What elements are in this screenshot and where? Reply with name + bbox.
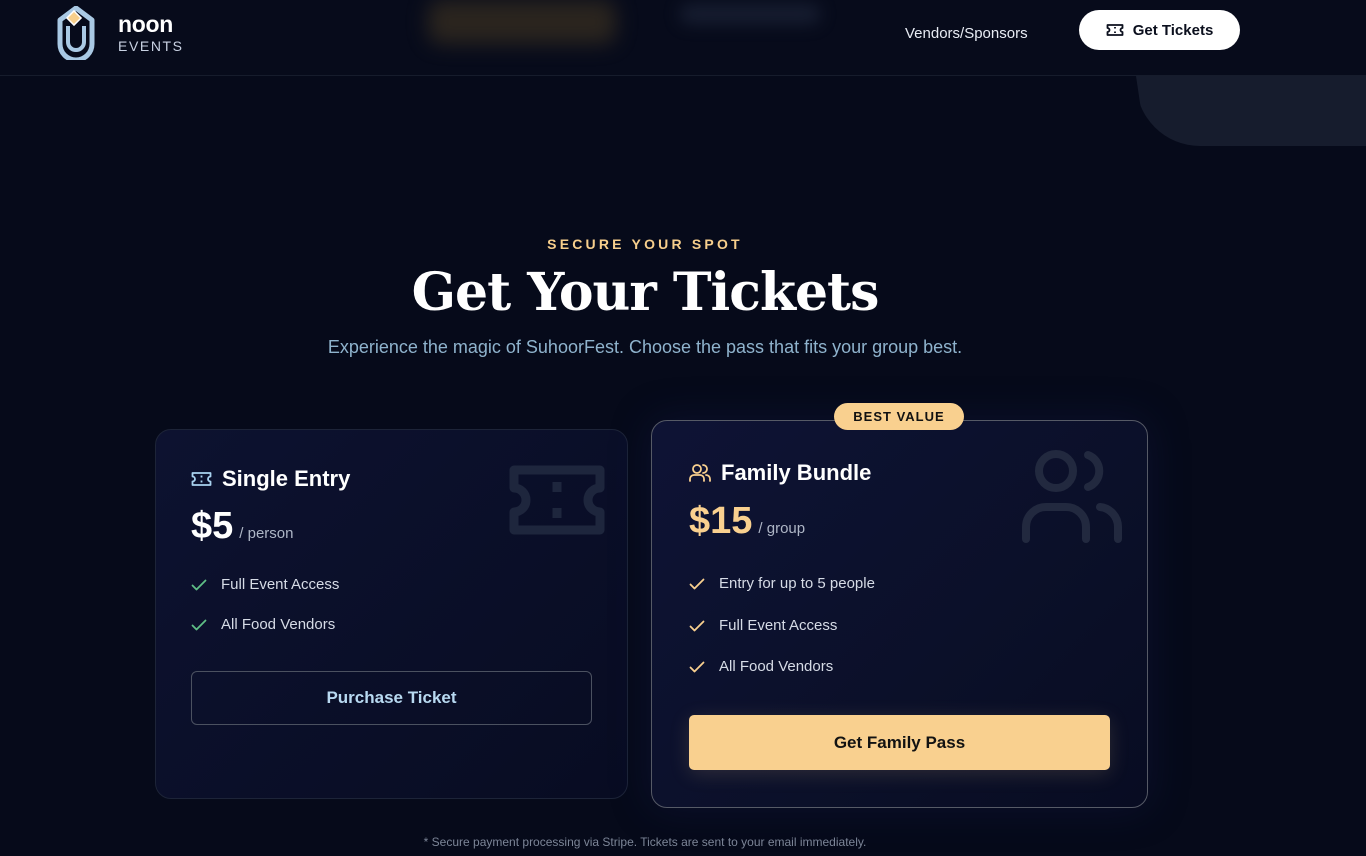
single-entry-price-unit: / person — [239, 525, 294, 542]
feature-label: Full Event Access — [719, 617, 838, 634]
feature-label: Full Event Access — [221, 576, 340, 593]
section-eyebrow: SECURE YOUR SPOT — [547, 236, 743, 252]
blurred-decoration — [428, 0, 616, 44]
feature-label: Entry for up to 5 people — [719, 575, 875, 592]
single-entry-price-value: $5 — [191, 505, 234, 547]
family-bundle-price-value: $15 — [689, 500, 753, 542]
check-icon — [191, 619, 207, 630]
brand-name: noon — [118, 11, 173, 37]
family-bundle-heading: Family Bundle — [689, 460, 871, 486]
best-value-badge: BEST VALUE — [834, 403, 964, 430]
ticket-icon — [1106, 24, 1124, 36]
single-entry-price: $5 / person — [191, 505, 293, 548]
list-item: Full Event Access — [689, 617, 837, 634]
nav-vendors-link[interactable]: Vendors/Sponsors — [905, 25, 1028, 42]
list-item: All Food Vendors — [689, 658, 833, 675]
users-icon — [689, 464, 711, 482]
check-icon — [689, 661, 705, 672]
single-entry-title: Single Entry — [222, 466, 351, 491]
list-item: Entry for up to 5 people — [689, 575, 875, 592]
feature-label: All Food Vendors — [719, 658, 834, 675]
header-get-tickets-button[interactable]: Get Tickets — [1079, 10, 1240, 50]
header-get-tickets-label: Get Tickets — [1132, 21, 1214, 39]
site-header: noon EVENTS Vendors/Sponsors Get Tickets — [0, 0, 1366, 76]
feature-label: All Food Vendors — [221, 616, 336, 633]
blurred-decoration — [680, 4, 820, 24]
payment-footnote: * Secure payment processing via Stripe. … — [423, 835, 867, 849]
ticket-icon — [191, 472, 212, 486]
family-bundle-title: Family Bundle — [721, 460, 872, 485]
list-item: Full Event Access — [191, 576, 339, 593]
check-icon — [689, 620, 705, 631]
brand-subtitle: EVENTS — [118, 38, 184, 54]
section-subtitle: Experience the magic of SuhoorFest. Choo… — [327, 337, 963, 357]
family-bundle-price-unit: / group — [758, 520, 806, 537]
check-icon — [689, 578, 705, 589]
check-icon — [191, 579, 207, 590]
get-family-pass-button[interactable]: Get Family Pass — [689, 715, 1110, 770]
single-entry-heading: Single Entry — [191, 466, 350, 492]
decorative-arc — [1136, 76, 1366, 146]
purchase-ticket-button[interactable]: Purchase Ticket — [191, 671, 592, 725]
users-watermark-icon — [1022, 450, 1123, 543]
brand-logo[interactable]: noon EVENTS — [56, 6, 184, 60]
page-title: Get Your Tickets — [411, 262, 880, 323]
ticket-watermark-icon — [509, 465, 605, 535]
list-item: All Food Vendors — [191, 616, 335, 633]
family-bundle-price: $15 / group — [689, 500, 805, 543]
logo-icon — [57, 6, 95, 60]
